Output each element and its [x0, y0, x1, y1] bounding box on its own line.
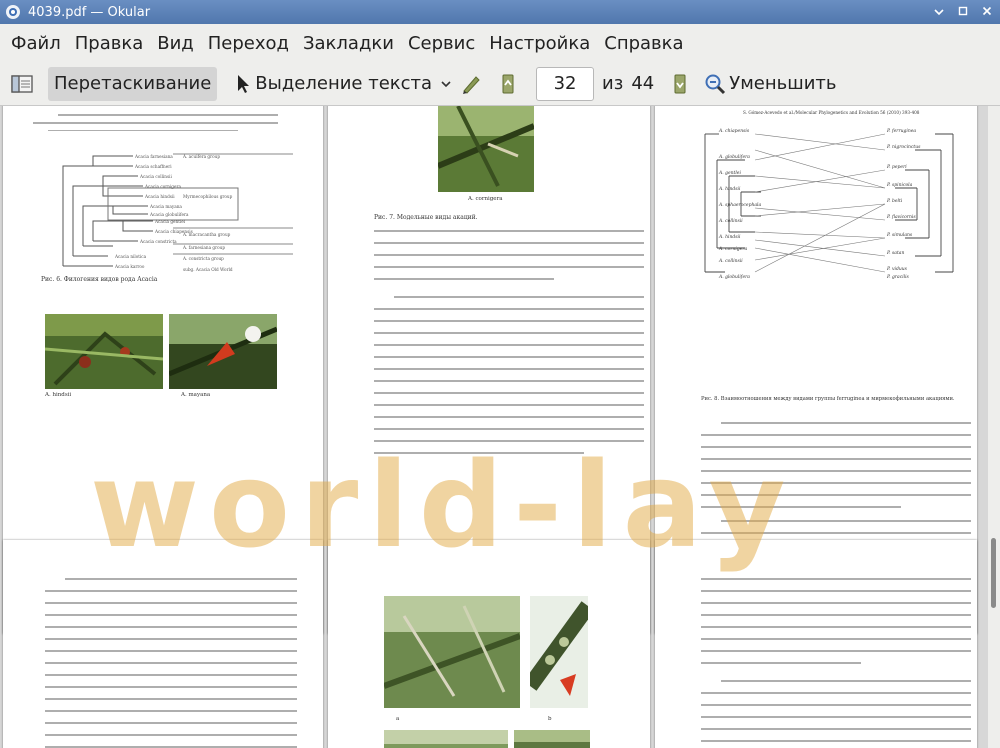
scrollbar-thumb[interactable] [991, 538, 996, 608]
menu-file[interactable]: Файл [4, 33, 68, 54]
text-select-tool-button[interactable]: Выделение текста [229, 67, 438, 101]
acacia-photo-c [384, 730, 508, 748]
svg-text:A. farnesiana group: A. farnesiana group [182, 245, 225, 250]
photo-label-a: a [396, 716, 400, 722]
document-view[interactable]: Acacia farnesiana Acacia schaffneri Acaci… [0, 106, 988, 748]
document-page [655, 540, 977, 748]
photo-label-mayana: A. mayana [181, 392, 211, 398]
svg-text:P. ferruginea: P. ferruginea [886, 128, 916, 134]
acacia-mayana-photo [169, 314, 277, 389]
page-of-label: из [602, 73, 624, 94]
menu-help[interactable]: Справка [597, 33, 690, 54]
svg-text:P. flavicornis: P. flavicornis [886, 214, 916, 220]
phylogeny-tree-figure: Acacia farnesiana Acacia schaffneri Acaci… [62, 153, 293, 272]
svg-text:A. gentlei: A. gentlei [718, 170, 741, 176]
svg-text:A. hindsii: A. hindsii [718, 186, 741, 192]
svg-text:Myrmecophilous group: Myrmecophilous group [183, 194, 233, 199]
main-toolbar: Перетаскивание Выделение текста из 44 [0, 62, 1000, 106]
svg-text:A. globulifera: A. globulifera [718, 154, 750, 160]
page-header: S. Gómez-Acevedo et al./Molecular Phylog… [743, 110, 920, 115]
menu-view[interactable]: Вид [150, 33, 201, 54]
svg-text:P. peperi: P. peperi [886, 164, 907, 170]
text-select-tool-label: Выделение текста [255, 73, 433, 94]
svg-text:P. satan: P. satan [886, 250, 904, 256]
page-number-input[interactable] [536, 66, 595, 101]
document-page [3, 540, 323, 748]
svg-text:Acacia schaffneri: Acacia schaffneri [134, 164, 172, 169]
svg-text:A. globulifera: A. globulifera [718, 274, 750, 280]
zoom-out-label: Уменьшить [729, 73, 837, 94]
svg-text:Acacia mayana: Acacia mayana [149, 204, 182, 209]
cursor-arrow-icon [238, 74, 250, 93]
cophylogeny-figure: A. chiapensis A. globulifera A. gentlei … [704, 128, 954, 280]
next-page-icon [674, 74, 686, 93]
close-icon[interactable] [978, 2, 996, 20]
photo-label-b: b [548, 716, 552, 722]
acacia-thorns-photo-b [530, 596, 588, 708]
menu-bookmarks[interactable]: Закладки [296, 33, 401, 54]
acacia-hindsii-photo [45, 314, 163, 389]
svg-text:P. spinicola: P. spinicola [886, 182, 913, 188]
svg-text:A. acuifera group: A. acuifera group [182, 154, 220, 159]
vertical-scrollbar[interactable] [988, 106, 1000, 748]
svg-text:P. viduus: P. viduus [886, 266, 908, 272]
pen-icon [463, 75, 480, 94]
minimize-icon[interactable] [930, 2, 948, 20]
svg-text:Acacia gentlei: Acacia gentlei [154, 219, 186, 224]
total-pages-label: 44 [631, 73, 655, 94]
photo-label-hindsii: A. hindsii [45, 392, 72, 398]
menu-go[interactable]: Переход [201, 33, 296, 54]
figure-caption: Рис. 6. Филогения видов рода Acacia [41, 276, 158, 283]
svg-text:P. simulans: P. simulans [886, 232, 913, 238]
zoom-out-icon [705, 74, 726, 94]
svg-text:A. constricta group: A. constricta group [182, 256, 224, 261]
okular-app-icon [6, 5, 20, 19]
svg-text:Acacia farnesiana: Acacia farnesiana [134, 154, 173, 159]
document-page: a b [328, 540, 650, 748]
photo-label-cornigera: A. cornigera [468, 196, 503, 202]
acacia-thorns-photo-a [384, 596, 520, 708]
svg-text:Acacia globulifera: Acacia globulifera [149, 212, 189, 217]
title-bar: 4039.pdf — Okular [0, 0, 1000, 24]
menu-edit[interactable]: Правка [68, 33, 151, 54]
svg-text:P. nigrocinctus: P. nigrocinctus [886, 144, 921, 150]
svg-text:Acacia hindsii: Acacia hindsii [144, 194, 175, 199]
svg-text:Acacia constricta: Acacia constricta [139, 239, 177, 244]
svg-text:Acacia collinsii: Acacia collinsii [139, 174, 172, 179]
annotate-button[interactable] [454, 67, 490, 101]
tool-dropdown-button[interactable] [438, 67, 454, 101]
svg-text:Acacia karroo: Acacia karroo [114, 264, 145, 269]
svg-text:subg. Acacia Old World: subg. Acacia Old World [183, 267, 233, 272]
previous-page-button[interactable] [490, 67, 526, 101]
previous-page-icon [502, 74, 514, 93]
svg-text:A. collinsii: A. collinsii [718, 258, 743, 264]
window-title: 4039.pdf — Okular [28, 4, 151, 20]
sidebar-toggle-button[interactable] [4, 67, 40, 101]
svg-text:A. cornigera: A. cornigera [718, 246, 748, 252]
svg-text:A. chiapensis: A. chiapensis [718, 128, 750, 134]
svg-text:P. belti: P. belti [886, 198, 903, 204]
menu-settings[interactable]: Настройка [482, 33, 597, 54]
maximize-icon[interactable] [954, 2, 972, 20]
svg-text:A. macracantha group: A. macracantha group [182, 232, 231, 237]
svg-text:A. hindsii: A. hindsii [718, 234, 741, 240]
browse-tool-label: Перетаскивание [54, 73, 212, 94]
menu-bar: Файл Правка Вид Переход Закладки Сервис … [0, 24, 1000, 62]
menu-tools[interactable]: Сервис [401, 33, 482, 54]
zoom-out-button[interactable]: Уменьшить [698, 67, 842, 101]
svg-text:Acacia cornigera: Acacia cornigera [144, 184, 181, 189]
acacia-photo-d [514, 730, 590, 748]
chevron-down-icon [441, 80, 451, 87]
figure-caption: Рис. 8. Взаимоотношения между видами гру… [701, 396, 955, 402]
svg-text:Acacia nilotica: Acacia nilotica [114, 254, 147, 259]
svg-text:A. collinsii: A. collinsii [718, 218, 743, 224]
svg-text:P. gracilis: P. gracilis [886, 274, 910, 280]
sidebar-icon [11, 74, 33, 93]
next-page-button[interactable] [662, 67, 698, 101]
acacia-cornigera-photo [438, 106, 534, 192]
svg-text:A. sphaerocephala: A. sphaerocephala [718, 202, 761, 208]
figure-caption: Рис. 7. Модельные виды акаций. [374, 214, 478, 221]
browse-tool-button[interactable]: Перетаскивание [48, 66, 218, 101]
